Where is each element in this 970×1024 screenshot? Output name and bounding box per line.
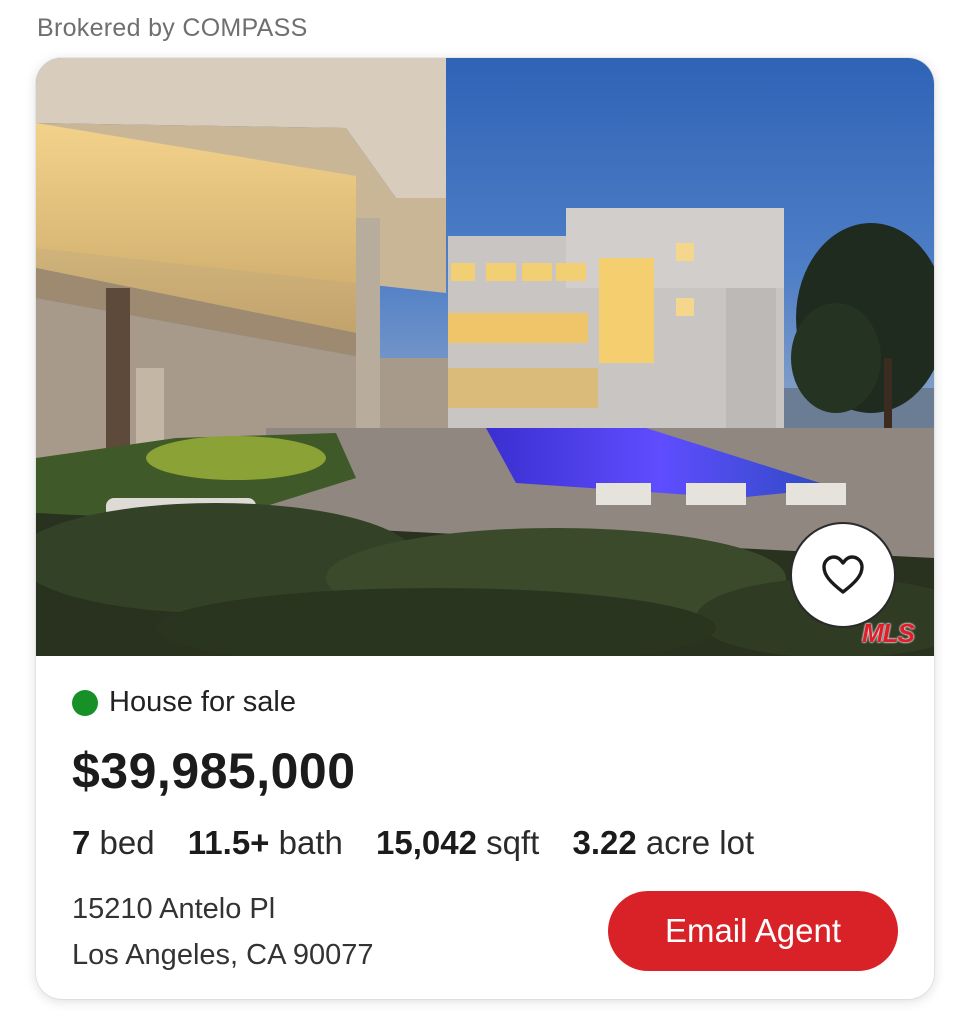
favorite-button[interactable] <box>790 522 896 628</box>
status-row: House for sale <box>72 686 296 719</box>
listing-price: $39,985,000 <box>72 743 356 799</box>
address-line-2: Los Angeles, CA 90077 <box>72 939 374 971</box>
listing-status: House for sale <box>109 686 296 718</box>
spec-sqft: 15,042 sqft <box>376 824 540 861</box>
email-agent-button[interactable]: Email Agent <box>608 891 898 971</box>
spec-lot: 3.22 acre lot <box>572 824 755 861</box>
heart-outline-icon <box>822 555 864 594</box>
spec-beds: 7 bed <box>72 824 155 861</box>
listing-specs: 7 bed 11.5+ bath 15,042 sqft 3.22 acre l… <box>72 824 778 862</box>
listing-address[interactable]: 15210 Antelo Pl Los Angeles, CA 90077 <box>72 886 374 978</box>
address-line-1: 15210 Antelo Pl <box>72 893 276 925</box>
status-dot-icon <box>72 689 98 716</box>
brokered-by-text: Brokered by COMPASS <box>37 14 308 42</box>
listing-card[interactable]: MLS House for sale $39,985,000 7 bed 11.… <box>36 58 934 999</box>
mls-logo: MLS <box>862 618 915 648</box>
spec-baths: 11.5+ bath <box>187 824 343 861</box>
